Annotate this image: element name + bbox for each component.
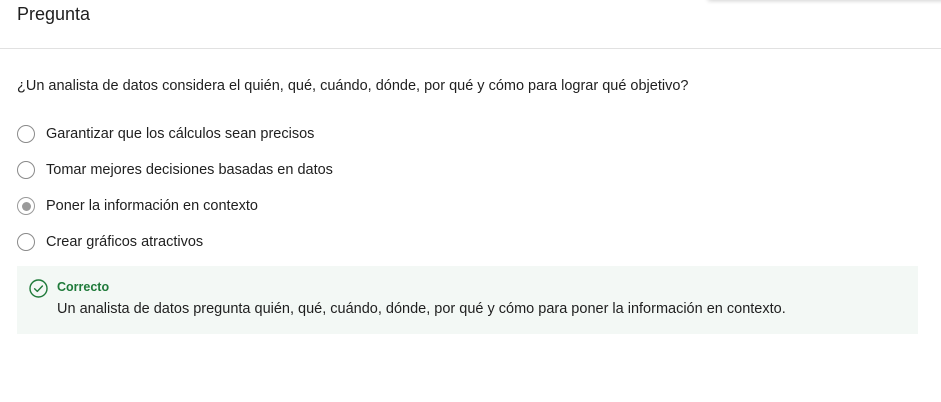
- question-header: Pregunta: [0, 0, 941, 49]
- feedback-message: Un analista de datos pregunta quién, qué…: [57, 301, 786, 317]
- option-3[interactable]: Poner la información en contexto: [17, 196, 333, 232]
- radio-dot: [21, 201, 31, 211]
- option-label: Crear gráficos atractivos: [46, 234, 204, 250]
- feedback-status: Correcto: [57, 280, 110, 294]
- check-circle-icon: [29, 279, 48, 298]
- radio-button[interactable]: [17, 233, 35, 251]
- option-4[interactable]: Crear gráficos atractivos: [17, 232, 333, 268]
- option-label: Poner la información en contexto: [46, 198, 258, 214]
- option-label: Tomar mejores decisiones basadas en dato…: [46, 162, 333, 178]
- answer-options: Garantizar que los cálculos sean preciso…: [17, 124, 333, 268]
- question-text: ¿Un analista de datos considera el quién…: [17, 78, 689, 94]
- option-1[interactable]: Garantizar que los cálculos sean preciso…: [17, 124, 333, 160]
- feedback-panel: Correcto Un analista de datos pregunta q…: [17, 266, 918, 334]
- radio-button[interactable]: [17, 125, 35, 143]
- option-label: Garantizar que los cálculos sean preciso…: [46, 126, 315, 142]
- radio-button[interactable]: [17, 161, 35, 179]
- page-title: Pregunta: [17, 4, 91, 24]
- radio-button-selected[interactable]: [17, 197, 35, 215]
- option-2[interactable]: Tomar mejores decisiones basadas en dato…: [17, 160, 333, 196]
